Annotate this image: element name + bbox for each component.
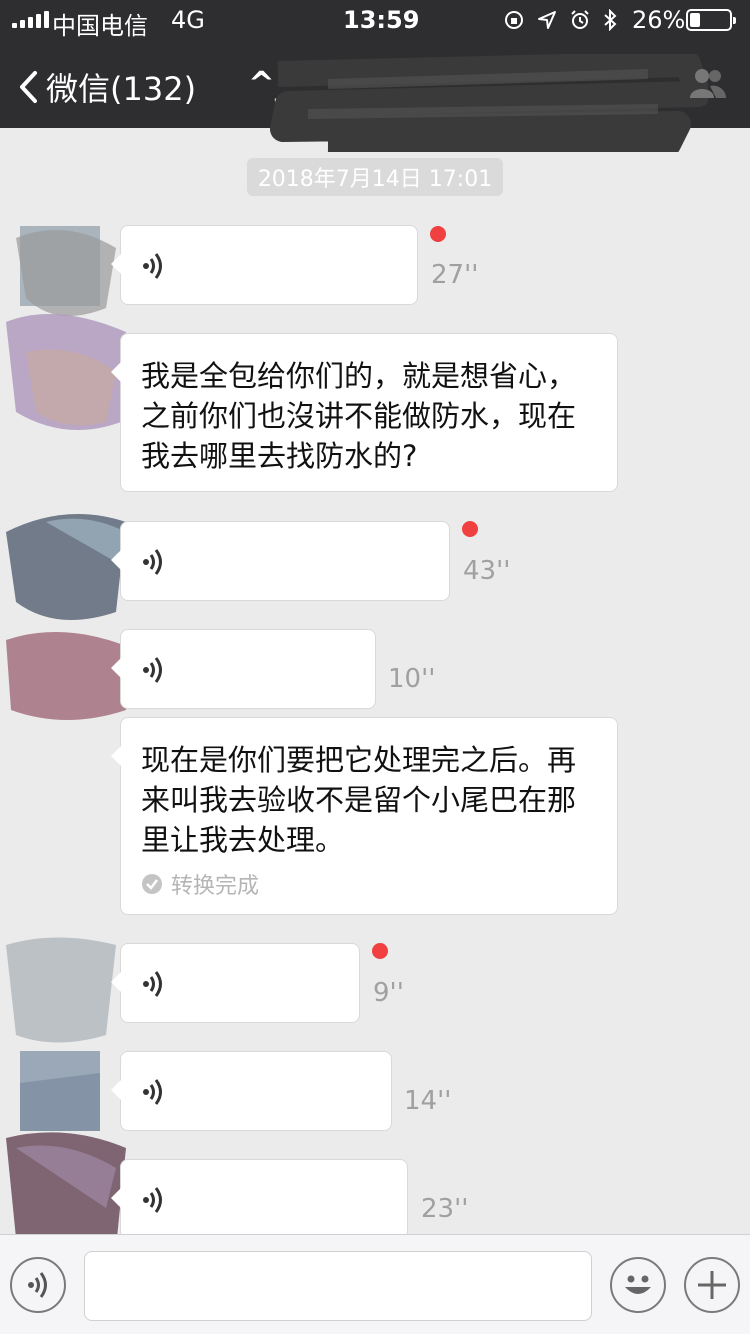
voice-message[interactable] [111,943,360,1023]
check-circle-icon [142,874,162,894]
convert-status: 转换完成 [171,874,260,899]
voice-wave-icon [143,1187,162,1213]
emoji-button[interactable] [610,1257,666,1313]
status-time: 13:59 [343,6,420,34]
carrier-label: 中国电信 [52,12,148,40]
message-text: 现在是你们要把它处理完之后。再来叫我去验收不是留个小尾巴在那里让我去处理。 [141,743,577,857]
voice-duration: 14'' [404,1086,452,1116]
voice-wave-icon [143,971,162,997]
top-bar: 中国电信 4G 13:59 26% 微信(132) ^_^ [0,0,750,152]
alarm-icon [571,10,589,29]
avatar[interactable] [6,937,116,1043]
network-label: 4G [171,6,205,34]
voice-duration: 27'' [431,260,479,290]
voice-duration: 9'' [373,978,404,1008]
avatar[interactable] [6,314,126,430]
voice-wave-icon [28,1272,47,1298]
unread-dot [462,521,478,537]
voice-duration: 10'' [388,664,436,694]
voice-wave-icon [143,253,162,279]
battery-icon [686,9,736,31]
plus-icon [698,1271,726,1299]
avatar[interactable] [6,514,126,620]
converted-text-message[interactable]: 现在是你们要把它处理完之后。再来叫我去验收不是留个小尾巴在那里让我去处理。 转换… [111,717,618,915]
voice-wave-icon [143,657,162,683]
unread-dot [372,943,388,959]
voice-wave-icon [143,1079,162,1105]
signal-icon [12,11,49,28]
chevron-left-icon [20,71,37,103]
voice-message[interactable] [111,521,450,601]
input-bar [0,1234,750,1334]
voice-duration: 43'' [463,556,511,586]
add-button[interactable] [684,1257,740,1313]
text-message[interactable]: 我是全包给你们的，就是想省心，之前你们也沒讲不能做防水，现在我去哪里去找防水的? [111,333,618,492]
voice-message[interactable] [111,629,376,709]
person-icon [690,69,726,98]
voice-message[interactable] [111,1159,408,1239]
bluetooth-icon [604,9,617,31]
unread-dot [430,226,446,242]
avatar[interactable] [6,1132,126,1252]
avatar[interactable] [20,1051,100,1131]
emoji-icon [625,1275,651,1294]
back-label: 微信(132) [46,70,197,108]
nav-bar: 微信(132) ^_^ [0,40,750,152]
avatar[interactable] [16,226,116,316]
back-button[interactable]: 微信(132) [18,64,196,110]
status-bar: 中国电信 4G 13:59 26% [0,0,750,40]
message-text: 我是全包给你们的，就是想省心，之前你们也沒讲不能做防水，现在我去哪里去找防水的? [141,359,577,473]
message-input[interactable] [84,1251,592,1321]
battery-percent: 26% [632,6,686,34]
contact-info-button[interactable] [688,66,728,104]
voice-message[interactable] [111,1051,392,1131]
voice-input-button[interactable] [10,1257,66,1313]
chat-timestamp: 2018年7月14日 17:01 [247,158,503,196]
voice-duration: 23'' [421,1194,469,1224]
voice-wave-icon [143,549,162,575]
location-arrow-icon [538,11,556,29]
voice-message[interactable] [111,225,418,305]
chat-area[interactable]: 2018年7月14日 17:01 27'' 我是全包给你们的，就是想省心，之前你… [0,128,750,1252]
avatar[interactable] [6,628,136,720]
rotation-lock-icon [505,11,523,29]
